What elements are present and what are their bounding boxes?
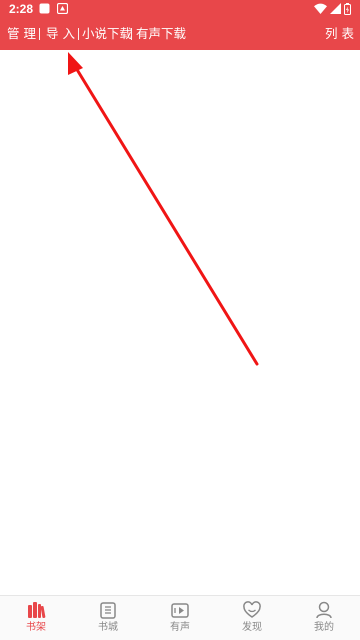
bottom-navigation: 书架 书城 有声 发现 我的 — [0, 595, 360, 640]
nav-tab-bookstore[interactable]: 书城 — [72, 596, 144, 640]
toolbar-divider — [39, 28, 40, 40]
download-notification-icon — [57, 3, 68, 14]
nav-tab-discover[interactable]: 发现 — [216, 596, 288, 640]
status-time: 2:28 — [9, 2, 34, 16]
audio-download-button[interactable]: 有声下载 — [136, 26, 186, 42]
status-bar: 2:28 — [0, 0, 360, 18]
bookshelf-icon — [28, 602, 46, 619]
nav-tab-bookshelf[interactable]: 书架 — [0, 596, 72, 640]
bookstore-icon — [100, 602, 116, 619]
bookshelf-content — [0, 50, 360, 596]
wifi-icon — [314, 3, 327, 14]
toolbar-divider — [131, 28, 132, 40]
nav-tab-audio[interactable]: 有声 — [144, 596, 216, 640]
nav-label: 发现 — [242, 622, 262, 633]
import-button[interactable]: 导 入 — [46, 26, 75, 42]
list-view-button[interactable]: 列 表 — [325, 26, 354, 42]
manage-button[interactable]: 管 理 — [7, 26, 36, 42]
discover-icon — [243, 601, 261, 618]
signal-icon — [330, 3, 341, 14]
profile-icon — [316, 601, 332, 619]
nav-label: 书城 — [98, 622, 118, 633]
app-notification-icon — [39, 3, 50, 14]
nav-label: 我的 — [314, 622, 334, 633]
audio-icon — [171, 603, 189, 618]
novel-download-button[interactable]: 小说下载 — [82, 26, 132, 42]
nav-label: 书架 — [26, 622, 46, 633]
nav-tab-profile[interactable]: 我的 — [288, 596, 360, 640]
top-toolbar: 管 理 导 入 小说下载 有声下载 列 表 — [0, 18, 360, 50]
battery-icon — [344, 3, 351, 15]
nav-label: 有声 — [170, 622, 190, 633]
toolbar-divider — [78, 28, 79, 40]
